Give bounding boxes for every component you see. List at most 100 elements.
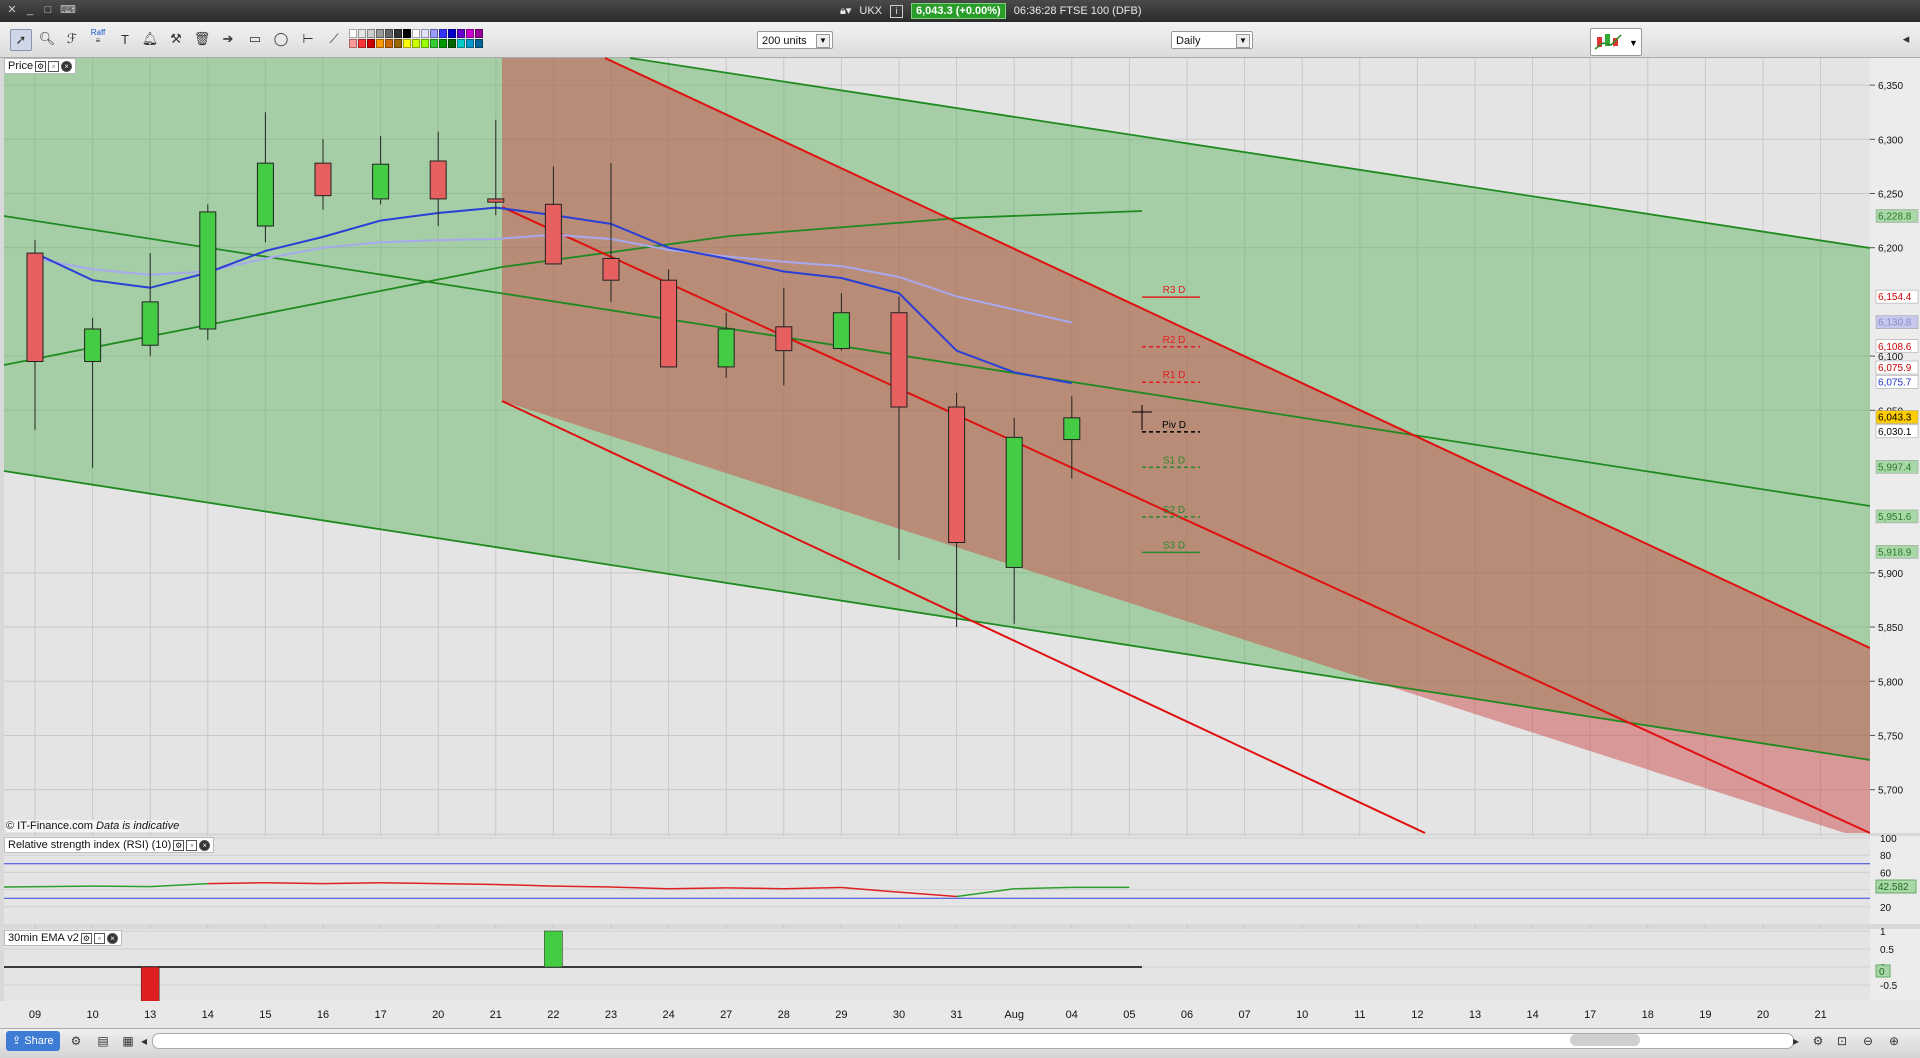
color-swatch[interactable]	[394, 29, 402, 38]
date-tick-label: 13	[144, 1009, 156, 1021]
color-swatch[interactable]	[430, 29, 438, 38]
minimize-icon[interactable]: _	[24, 4, 36, 16]
ema-panel-title: 30min EMA v2	[8, 931, 79, 945]
color-swatch[interactable]	[367, 29, 375, 38]
color-swatch[interactable]	[394, 39, 402, 48]
color-swatch[interactable]	[403, 39, 411, 48]
window-icon[interactable]: ▫	[94, 933, 105, 944]
arrow-icon[interactable]: ➔	[218, 29, 238, 49]
close-panel-icon[interactable]: ×	[199, 840, 210, 851]
wrench-icon[interactable]: ⚙	[35, 61, 46, 72]
color-swatch[interactable]	[430, 39, 438, 48]
zoom-fit-icon[interactable]: ⊡	[1834, 1033, 1850, 1049]
raff-label: Raff	[91, 29, 106, 37]
window-icon[interactable]: ▫	[48, 61, 59, 72]
units-select[interactable]: 200 units ▼	[757, 31, 833, 49]
color-swatch[interactable]	[349, 39, 357, 48]
side-panel-toggle-icon[interactable]: ◂	[1896, 29, 1916, 49]
date-tick-label: 14	[1526, 1009, 1538, 1021]
color-swatch[interactable]	[448, 39, 456, 48]
bearish-candle	[27, 253, 43, 361]
interval-select[interactable]: Daily ▼	[1171, 31, 1253, 49]
window-icon[interactable]: ▫	[186, 840, 197, 851]
color-swatch[interactable]	[421, 39, 429, 48]
pivot-label: S3 D	[1163, 540, 1185, 551]
measure-icon[interactable]: ⚒	[166, 29, 186, 49]
color-swatch[interactable]	[439, 29, 447, 38]
text-icon[interactable]: T	[115, 29, 135, 49]
keyboard-icon[interactable]: ⌨	[60, 4, 72, 16]
horizontal-scrollbar[interactable]	[152, 1033, 1794, 1049]
color-swatch[interactable]	[385, 29, 393, 38]
rectangle-icon[interactable]: ▭	[245, 29, 265, 49]
ellipse-icon[interactable]: ◯	[271, 29, 291, 49]
color-swatch[interactable]	[358, 29, 366, 38]
color-swatch[interactable]	[403, 29, 411, 38]
color-swatch[interactable]	[475, 39, 483, 48]
wrench-icon[interactable]: ⚙	[173, 840, 184, 851]
color-swatch[interactable]	[421, 29, 429, 38]
chart-type-selector[interactable]: ▼	[1590, 28, 1642, 56]
color-swatch[interactable]	[457, 29, 465, 38]
ema-tick-label: -0.5	[1880, 981, 1898, 992]
pivot-label: S1 D	[1163, 455, 1185, 466]
color-swatch[interactable]	[376, 29, 384, 38]
price-axis[interactable]	[1870, 58, 1920, 833]
zoom-in-icon[interactable]: ⊕	[1886, 1033, 1902, 1049]
rsi-panel-title: Relative strength index (RSI) (10)	[8, 838, 171, 852]
color-swatch[interactable]	[376, 39, 384, 48]
pointer-icon[interactable]: ➚	[10, 29, 32, 51]
color-swatch[interactable]	[349, 29, 357, 38]
color-swatch[interactable]	[367, 39, 375, 48]
grid-icon[interactable]: ▦	[120, 1033, 136, 1049]
horizontal-line-icon[interactable]: ⊢	[298, 29, 318, 49]
lock-icon: 🔒︎▾	[840, 4, 851, 18]
color-swatch[interactable]	[457, 39, 465, 48]
chart-settings-icon[interactable]: ⚙	[1810, 1033, 1826, 1049]
settings-icon[interactable]: ⚙	[68, 1033, 84, 1049]
date-tick-label: 13	[1469, 1009, 1481, 1021]
candles-icon: ▼	[1591, 29, 1641, 55]
close-icon[interactable]: ✕	[6, 4, 18, 16]
price-tag-label: 6,130.8	[1878, 318, 1912, 329]
color-palette[interactable]	[349, 29, 483, 48]
color-swatch[interactable]	[385, 39, 393, 48]
date-tick-label: Aug	[1004, 1009, 1024, 1021]
bullish-candle	[85, 329, 101, 362]
color-swatch[interactable]	[358, 39, 366, 48]
color-swatch[interactable]	[466, 29, 474, 38]
color-swatch[interactable]	[412, 39, 420, 48]
raff-channel-icon[interactable]: Raff≡	[88, 27, 108, 47]
share-button[interactable]: ⇪ Share	[6, 1031, 60, 1051]
delete-icon[interactable]: 🗑︎	[192, 29, 212, 49]
close-panel-icon[interactable]: ×	[107, 933, 118, 944]
zoom-icon[interactable]: 🔍︎	[37, 29, 57, 49]
color-swatch[interactable]	[448, 29, 456, 38]
scroll-left-icon[interactable]: ◂	[136, 1033, 152, 1049]
scrollbar-thumb[interactable]	[1570, 1034, 1640, 1046]
alert-bell-icon[interactable]: 🔔︎	[140, 29, 160, 49]
pivot-label: R2 D	[1163, 335, 1186, 346]
wrench-icon[interactable]: ⚙	[81, 933, 92, 944]
time-and-market: 06:36:28 FTSE 100 (DFB)	[1014, 5, 1142, 17]
scroll-right-icon[interactable]: ▸	[1788, 1033, 1804, 1049]
color-swatch[interactable]	[466, 39, 474, 48]
zoom-out-icon[interactable]: ⊖	[1860, 1033, 1876, 1049]
price-tag-label: 6,043.3	[1878, 413, 1912, 424]
bullish-candle	[718, 329, 734, 367]
layout-icon[interactable]: ▤	[95, 1033, 111, 1049]
info-icon[interactable]: i	[890, 5, 903, 18]
bullish-candle	[142, 302, 158, 345]
date-tick-label: 19	[1699, 1009, 1711, 1021]
color-swatch[interactable]	[475, 29, 483, 38]
color-swatch[interactable]	[412, 29, 420, 38]
price-tick-label: 5,900	[1878, 569, 1903, 580]
color-swatch[interactable]	[439, 39, 447, 48]
bearish-candle	[488, 199, 504, 202]
chart-canvas[interactable]: R3 DR2 DR1 DPiv DS1 DS2 DS3 D 6,3506,300…	[0, 57, 1920, 1028]
close-panel-icon[interactable]: ×	[61, 61, 72, 72]
fib-icon[interactable]: ℱ	[62, 29, 82, 49]
maximize-icon[interactable]: □	[42, 4, 54, 16]
share-label: Share	[24, 1035, 53, 1047]
trendline-icon[interactable]: ⟋	[324, 29, 344, 49]
